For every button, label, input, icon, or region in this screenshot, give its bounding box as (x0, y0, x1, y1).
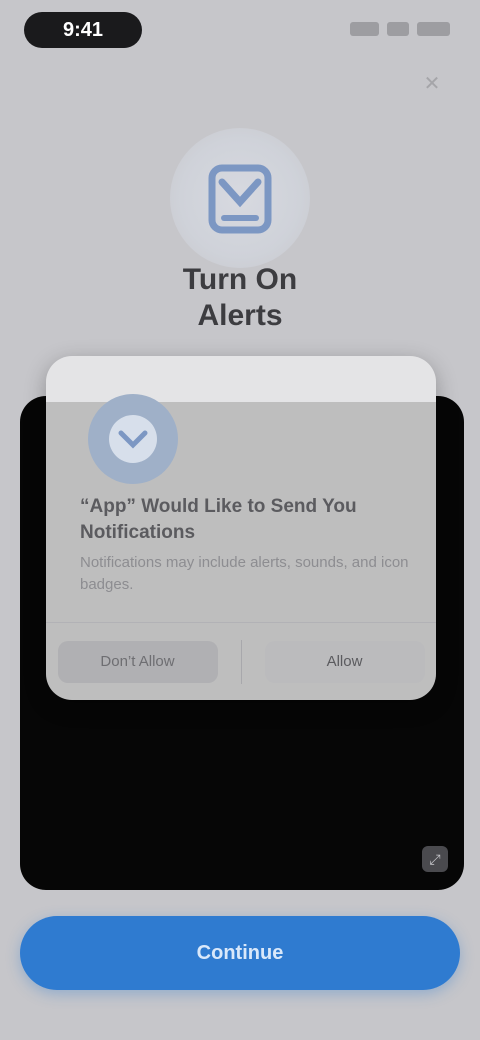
alert-body: Notifications may include alerts, sounds… (80, 554, 409, 593)
wifi-icon (387, 22, 409, 36)
app-icon (88, 394, 178, 484)
alert-actions: Don’t Allow Allow (46, 622, 436, 700)
expand-icon[interactable]: ⤢ (422, 846, 448, 872)
dont-allow-button[interactable]: Don’t Allow (57, 640, 218, 683)
continue-button[interactable]: Continue (20, 916, 460, 990)
status-bar: 9:41 (0, 0, 480, 64)
cellular-signal-icon (350, 22, 380, 36)
page-title: Turn On Alerts (0, 262, 480, 334)
page-title-line-1: Turn On (182, 263, 298, 296)
shield-icon (170, 128, 310, 268)
notification-permission-alert: “App” Would Like to Send You Notificatio… (46, 356, 436, 700)
status-time: 9:41 (24, 12, 142, 48)
allow-button[interactable]: Allow (264, 640, 425, 683)
page-title-line-2: Alerts (197, 299, 283, 332)
status-icons (350, 20, 450, 38)
close-icon[interactable]: ✕ (418, 70, 446, 98)
battery-icon (416, 22, 450, 36)
alert-divider (240, 639, 242, 684)
alert-title: “App” Would Like to Send You Notificatio… (80, 496, 357, 543)
alert-header-band (46, 356, 436, 402)
